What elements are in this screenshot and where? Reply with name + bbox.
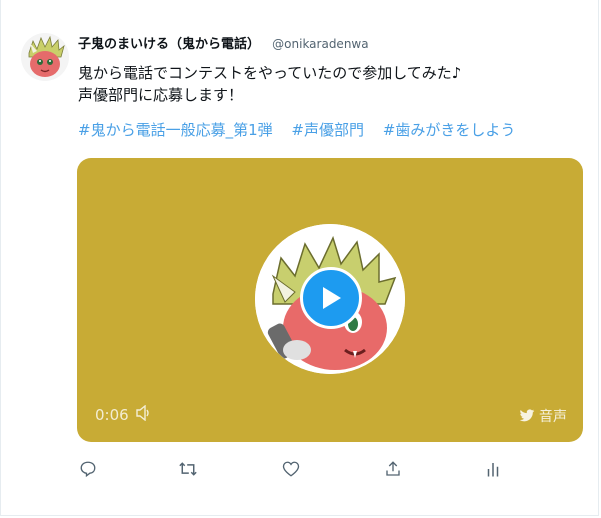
audio-media-card[interactable]: 0:06 音声 (77, 158, 583, 442)
share-icon (386, 461, 400, 476)
volume-button[interactable] (135, 404, 153, 425)
share-button[interactable] (382, 458, 404, 480)
audio-badge: 音声 (519, 406, 567, 426)
hashtag-list: #鬼から電話一般応募_第1弾 #声優部門 #歯みがきをしよう (78, 119, 529, 140)
reply-icon (80, 461, 96, 478)
tweet-text-line: 鬼から電話でコンテストをやっていたので参加してみた♪ (78, 64, 462, 82)
hashtag-link[interactable]: #歯みがきをしよう (383, 121, 516, 139)
hashtag-link[interactable]: #鬼から電話一般応募_第1弾 (78, 121, 273, 139)
duration-label: 0:06 (95, 406, 129, 424)
retweet-button[interactable] (177, 458, 199, 480)
play-button[interactable] (300, 267, 362, 329)
analytics-icon (487, 463, 499, 477)
tweet-header: 子鬼のまいける（鬼から電話） @onikaradenwa (78, 33, 369, 52)
user-handle[interactable]: @onikaradenwa (272, 37, 368, 51)
avatar[interactable] (21, 33, 69, 81)
media-time-row: 0:06 (95, 404, 153, 425)
display-name[interactable]: 子鬼のまいける（鬼から電話） (78, 37, 260, 52)
retweet-icon (179, 462, 197, 476)
hashtag-link[interactable]: #声優部門 (291, 121, 364, 139)
like-icon (282, 461, 300, 477)
tweet-text-line: 声優部門に応募します！ (78, 86, 244, 104)
play-icon (323, 287, 341, 309)
tweet-actions (77, 458, 507, 480)
like-button[interactable] (280, 458, 302, 480)
tweet-text: 鬼から電話でコンテストをやっていたので参加してみた♪ 声優部門に応募します！ (78, 62, 461, 106)
audio-badge-label: 音声 (539, 409, 567, 425)
twitter-bird-icon (519, 409, 535, 422)
reply-button[interactable] (77, 458, 99, 480)
volume-icon (135, 404, 149, 422)
tweet-card: 子鬼のまいける（鬼から電話） @onikaradenwa 鬼から電話でコンテスト… (0, 0, 599, 516)
analytics-button[interactable] (482, 458, 504, 480)
